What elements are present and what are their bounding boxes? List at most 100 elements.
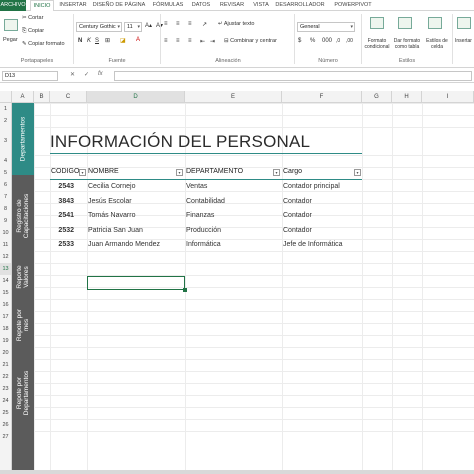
number-format-combo[interactable]: General ▾ — [297, 22, 355, 32]
row-header[interactable]: 11 — [0, 239, 12, 251]
row-header[interactable]: 9 — [0, 215, 12, 227]
cell-codigo[interactable]: 3843 — [50, 198, 74, 205]
cell-nombre[interactable]: Patricia San Juan — [88, 227, 143, 234]
column-header-i[interactable]: I — [422, 91, 474, 103]
enter-icon[interactable]: ✓ — [84, 71, 89, 78]
nav-registro-capacitaciones[interactable]: Registro de Capacitaciones — [12, 180, 34, 252]
row-header[interactable]: 5 — [0, 167, 12, 179]
filter-dropdown-icon[interactable]: ▾ — [79, 169, 86, 176]
align-center-icon[interactable]: ≡ — [176, 38, 180, 44]
row-header[interactable]: 12 — [0, 251, 12, 263]
column-header-f[interactable]: F — [282, 91, 362, 103]
filter-dropdown-icon[interactable]: ▾ — [176, 169, 183, 176]
insert-function-icon[interactable]: fx — [98, 71, 103, 77]
cell-styles-button[interactable]: Estilos de celda — [424, 38, 450, 50]
tab-archivo[interactable]: ARCHIVO — [0, 0, 26, 11]
currency-icon[interactable]: $ — [298, 38, 301, 44]
select-all-corner[interactable] — [0, 91, 12, 103]
row-header[interactable]: 27 — [0, 431, 12, 443]
borders-icon[interactable]: ⊞ — [105, 37, 110, 44]
tab-desarrollador[interactable]: DESARROLLADOR — [274, 0, 326, 11]
cell-codigo[interactable]: 2533 — [50, 241, 74, 248]
row-header[interactable]: 6 — [0, 179, 12, 191]
cell-nombre[interactable]: Juan Armando Mendez — [88, 241, 160, 248]
nav-repote-por-mes[interactable]: Repote por mes — [12, 302, 34, 347]
row-header[interactable]: 14 — [0, 275, 12, 287]
selected-cell-d13[interactable] — [87, 276, 187, 292]
cell-cargo[interactable]: Jefe de Informática — [283, 241, 343, 248]
merge-center-button[interactable]: ⊟ Combinar y centrar — [224, 38, 277, 44]
row-header[interactable]: 18 — [0, 323, 12, 335]
copy-button[interactable]: ⎘ Copiar — [22, 28, 44, 35]
underline-button[interactable]: S — [95, 38, 99, 44]
row-header[interactable]: 23 — [0, 383, 12, 395]
format-painter-button[interactable]: ✎ Copiar formato — [22, 41, 65, 47]
row-header[interactable]: 15 — [0, 287, 12, 299]
grow-font-icon[interactable]: A▴ — [145, 22, 152, 29]
cancel-icon[interactable]: ✕ — [70, 71, 75, 78]
indent-icon[interactable]: ⇤ — [200, 38, 205, 45]
tab-formulas[interactable]: FÓRMULAS — [150, 0, 186, 11]
cell-departamento[interactable]: Ventas — [186, 183, 207, 190]
insert-button[interactable]: Insertar — [455, 38, 472, 44]
tab-insertar[interactable]: INSERTAR — [58, 0, 88, 11]
column-header-e[interactable]: E — [185, 91, 282, 103]
filter-dropdown-icon[interactable]: ▾ — [354, 169, 361, 176]
row-header[interactable]: 16 — [0, 299, 12, 311]
align-top-icon[interactable]: ≡ — [164, 21, 168, 27]
row-header[interactable]: 25 — [0, 407, 12, 419]
column-header-d[interactable]: D — [87, 91, 185, 103]
clipboard-icon[interactable] — [4, 19, 18, 31]
cell-departamento[interactable]: Informática — [186, 241, 221, 248]
cell-nombre[interactable]: Jesús Escolar — [88, 198, 132, 205]
row-header[interactable]: 20 — [0, 347, 12, 359]
format-as-table-button[interactable]: Dar formato como tabla — [392, 38, 422, 50]
row-header[interactable]: 7 — [0, 191, 12, 203]
cell-departamento[interactable]: Contabilidad — [186, 198, 225, 205]
cell-cargo[interactable]: Contador — [283, 212, 312, 219]
paste-button[interactable]: Pegar — [3, 37, 18, 43]
conditional-format-button[interactable]: Formato condicional — [363, 38, 391, 50]
outdent-icon[interactable]: ⇥ — [210, 38, 215, 45]
font-size-combo[interactable]: 11 ▾ — [124, 22, 142, 32]
percent-icon[interactable]: % — [310, 38, 315, 44]
nav-repote-por-departamentos[interactable]: Repote por Departamentos — [12, 355, 34, 430]
cut-button[interactable]: ✂ Cortar — [22, 15, 43, 21]
row-header[interactable]: 26 — [0, 419, 12, 431]
font-name-combo[interactable]: Century Gothic ▾ — [76, 22, 122, 32]
formula-input[interactable] — [114, 71, 472, 81]
row-header[interactable]: 8 — [0, 203, 12, 215]
orientation-icon[interactable]: ↗ — [202, 21, 207, 28]
cell-codigo[interactable]: 2543 — [50, 183, 74, 190]
fill-color-icon[interactable]: ◪ — [120, 37, 126, 44]
cell-nombre[interactable]: Cecilia Cornejo — [88, 183, 135, 190]
cell-codigo[interactable]: 2532 — [50, 227, 74, 234]
nav-reporte-valores[interactable]: Reporte Valores — [12, 252, 34, 302]
row-header[interactable]: 2 — [0, 115, 12, 127]
cell-cargo[interactable]: Contador — [283, 227, 312, 234]
name-box[interactable]: D13 — [2, 71, 58, 81]
align-left-icon[interactable]: ≡ — [164, 38, 168, 44]
tab-powerpivot[interactable]: POWERPIVOT — [330, 0, 376, 11]
increase-decimal-icon[interactable]: ,0 — [336, 38, 340, 44]
align-middle-icon[interactable]: ≡ — [176, 21, 180, 27]
column-header-c[interactable]: C — [50, 91, 87, 103]
align-right-icon[interactable]: ≡ — [188, 38, 192, 44]
align-bottom-icon[interactable]: ≡ — [188, 21, 192, 27]
cell-departamento[interactable]: Producción — [186, 227, 221, 234]
tab-revisar[interactable]: REVISAR — [216, 0, 248, 11]
cell-cargo[interactable]: Contador — [283, 198, 312, 205]
row-header[interactable]: 10 — [0, 227, 12, 239]
row-header[interactable]: 4 — [0, 155, 12, 167]
row-header[interactable]: 22 — [0, 371, 12, 383]
filter-dropdown-icon[interactable]: ▾ — [273, 169, 280, 176]
tab-datos[interactable]: DATOS — [188, 0, 214, 11]
decrease-decimal-icon[interactable]: ,00 — [346, 38, 353, 44]
column-header-g[interactable]: G — [362, 91, 392, 103]
row-header[interactable]: 21 — [0, 359, 12, 371]
italic-button[interactable]: K — [87, 38, 91, 44]
column-header-a[interactable]: A — [12, 91, 34, 103]
cell-cargo[interactable]: Contador principal — [283, 183, 340, 190]
row-header[interactable]: 24 — [0, 395, 12, 407]
comma-icon[interactable]: 000 — [322, 38, 332, 44]
